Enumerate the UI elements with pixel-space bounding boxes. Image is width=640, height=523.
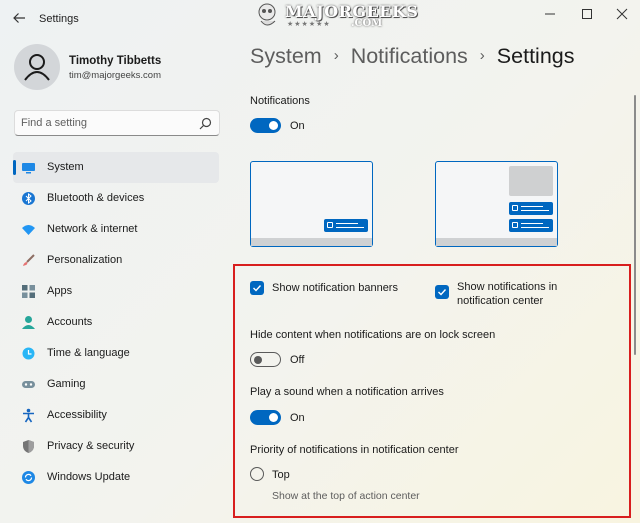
sidebar-nav: System Bluetooth & devices Network & int… <box>13 152 219 493</box>
toggle-knob <box>269 121 278 130</box>
banner-preview <box>250 161 373 247</box>
app-title: Settings <box>39 13 79 25</box>
user-name: Timothy Tibbetts <box>69 55 162 67</box>
page-title: Settings <box>496 44 575 68</box>
breadcrumb-notifications[interactable]: Notifications <box>351 44 468 68</box>
checkmark-icon <box>438 289 447 296</box>
toggle-knob <box>269 413 278 422</box>
sidebar-item-system[interactable]: System <box>13 152 219 183</box>
minimize-icon[interactable] <box>540 6 560 22</box>
show-banners-label: Show notification banners <box>272 282 398 294</box>
majorgeeks-watermark: MAJORGEEKS ★★★★★★ .COM <box>247 0 418 32</box>
avatar[interactable] <box>14 44 60 90</box>
show-banners-checkbox[interactable] <box>250 281 264 295</box>
banner-notification-preview <box>324 219 368 232</box>
banner-notification-preview <box>509 219 553 232</box>
shield-icon <box>23 440 34 453</box>
sidebar-item-accessibility[interactable]: Accessibility <box>13 400 219 431</box>
search-icon[interactable] <box>199 117 212 130</box>
gamepad-icon <box>22 381 35 388</box>
accessibility-icon <box>23 408 34 423</box>
watermark-suffix: .COM <box>351 18 383 29</box>
sidebar-item-label: Windows Update <box>47 471 131 483</box>
sidebar-item-accounts[interactable]: Accounts <box>13 307 219 338</box>
scrollbar[interactable] <box>634 95 636 355</box>
sound-toggle-state: On <box>290 412 305 424</box>
person-silhouette-icon <box>24 54 50 81</box>
sidebar-item-time-language[interactable]: Time & language <box>13 338 219 369</box>
wifi-icon <box>22 225 35 235</box>
checkmark-icon <box>253 285 262 292</box>
geek-mascot-icon <box>258 3 276 26</box>
search-input[interactable] <box>21 115 191 131</box>
notifications-toggle-state: On <box>290 120 305 132</box>
taskbar-preview <box>436 238 557 246</box>
sidebar-item-label: Privacy & security <box>47 440 135 452</box>
notifications-toggle[interactable] <box>250 118 281 133</box>
sound-title: Play a sound when a notification arrives <box>250 386 444 398</box>
notification-center-preview <box>435 161 558 247</box>
taskbar-preview <box>251 238 372 246</box>
breadcrumb-system[interactable]: System <box>250 44 322 68</box>
lock-screen-toggle-state: Off <box>290 354 305 366</box>
priority-top-label: Top <box>272 469 290 481</box>
lock-screen-toggle[interactable] <box>250 352 281 367</box>
apps-icon <box>22 285 35 298</box>
sound-toggle[interactable] <box>250 410 281 425</box>
show-in-center-checkbox[interactable] <box>435 285 449 299</box>
sidebar-item-label: System <box>47 161 84 173</box>
sidebar-item-label: Personalization <box>47 254 123 266</box>
sidebar-item-personalization[interactable]: Personalization <box>13 245 219 276</box>
sidebar-item-label: Accessibility <box>47 409 107 421</box>
sidebar-item-label: Accounts <box>47 316 93 328</box>
notification-center-panel <box>509 166 553 196</box>
person-icon <box>22 316 35 329</box>
sidebar-item-apps[interactable]: Apps <box>13 276 219 307</box>
update-icon <box>22 471 35 484</box>
bluetooth-icon <box>22 192 35 205</box>
sidebar-item-privacy-security[interactable]: Privacy & security <box>13 431 219 462</box>
notifications-label: Notifications <box>250 95 310 107</box>
user-email: tim@majorgeeks.com <box>69 70 161 81</box>
sidebar-item-windows-update[interactable]: Windows Update <box>13 462 219 493</box>
sidebar-item-bluetooth[interactable]: Bluetooth & devices <box>13 183 219 214</box>
sidebar-item-label: Gaming <box>47 378 86 390</box>
breadcrumb-separator: › <box>479 47 485 64</box>
maximize-icon[interactable] <box>577 6 597 22</box>
sidebar-item-label: Apps <box>47 285 73 297</box>
brush-icon <box>23 254 35 266</box>
back-arrow-icon[interactable] <box>12 11 26 25</box>
priority-title: Priority of notifications in notificatio… <box>250 444 459 456</box>
priority-top-radio[interactable] <box>250 467 264 481</box>
clock-globe-icon <box>22 347 35 360</box>
title-bar: Settings MAJORGEEKS ★★★★★★ .COM <box>0 0 640 36</box>
sidebar-item-label: Bluetooth & devices <box>47 192 145 204</box>
breadcrumb-separator: › <box>333 47 339 64</box>
lock-screen-title: Hide content when notifications are on l… <box>250 329 496 341</box>
sidebar-item-label: Network & internet <box>47 223 138 235</box>
toggle-knob <box>254 355 262 364</box>
show-in-center-label: Show notifications in notification cente… <box>457 281 558 307</box>
breadcrumb: System › Notifications › Settings <box>250 44 574 69</box>
close-icon[interactable] <box>612 6 632 22</box>
priority-top-description: Show at the top of action center <box>272 490 420 502</box>
sidebar-item-gaming[interactable]: Gaming <box>13 369 219 400</box>
sidebar-item-network[interactable]: Network & internet <box>13 214 219 245</box>
system-icon <box>22 163 35 174</box>
banner-notification-preview <box>509 202 553 215</box>
watermark-stars: ★★★★★★ <box>287 21 331 28</box>
sidebar-item-label: Time & language <box>47 347 130 359</box>
search-box[interactable] <box>14 110 220 136</box>
